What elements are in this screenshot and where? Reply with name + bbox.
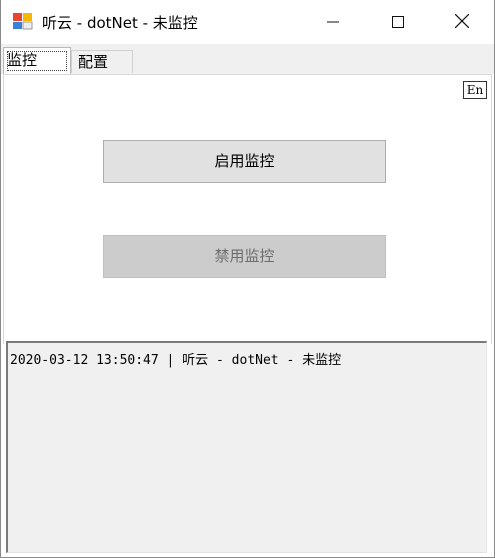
focus-rectangle bbox=[7, 51, 67, 71]
disable-monitor-button[interactable]: 禁用监控 bbox=[103, 235, 386, 278]
tab-monitor[interactable]: 监控 bbox=[3, 47, 71, 74]
language-toggle-button[interactable]: En bbox=[463, 81, 487, 99]
maximize-button[interactable] bbox=[375, 0, 421, 44]
tab-config[interactable]: 配置 bbox=[71, 50, 133, 73]
maximize-icon bbox=[392, 13, 404, 32]
enable-monitor-button[interactable]: 启用监控 bbox=[103, 140, 386, 183]
app-icon bbox=[13, 12, 33, 30]
title-bar[interactable]: 听云 - dotNet - 未监控 bbox=[1, 0, 494, 44]
minimize-icon bbox=[327, 13, 339, 32]
tab-config-label: 配置 bbox=[78, 53, 109, 71]
app-window: 听云 - dotNet - 未监控 监控 配置 En 启用监控 禁用监控 202… bbox=[0, 0, 495, 558]
window-title: 听云 - dotNet - 未监控 bbox=[42, 14, 198, 32]
log-line: 2020-03-12 13:50:47 | 听云 - dotNet - 未监控 bbox=[10, 353, 342, 368]
close-icon bbox=[454, 13, 470, 32]
minimize-button[interactable] bbox=[310, 0, 356, 44]
monitor-tab-page: En 启用监控 禁用监控 bbox=[3, 74, 492, 344]
tab-strip: 监控 配置 bbox=[1, 44, 494, 74]
log-textbox[interactable]: 2020-03-12 13:50:47 | 听云 - dotNet - 未监控 bbox=[6, 341, 487, 553]
close-button[interactable] bbox=[439, 0, 485, 44]
